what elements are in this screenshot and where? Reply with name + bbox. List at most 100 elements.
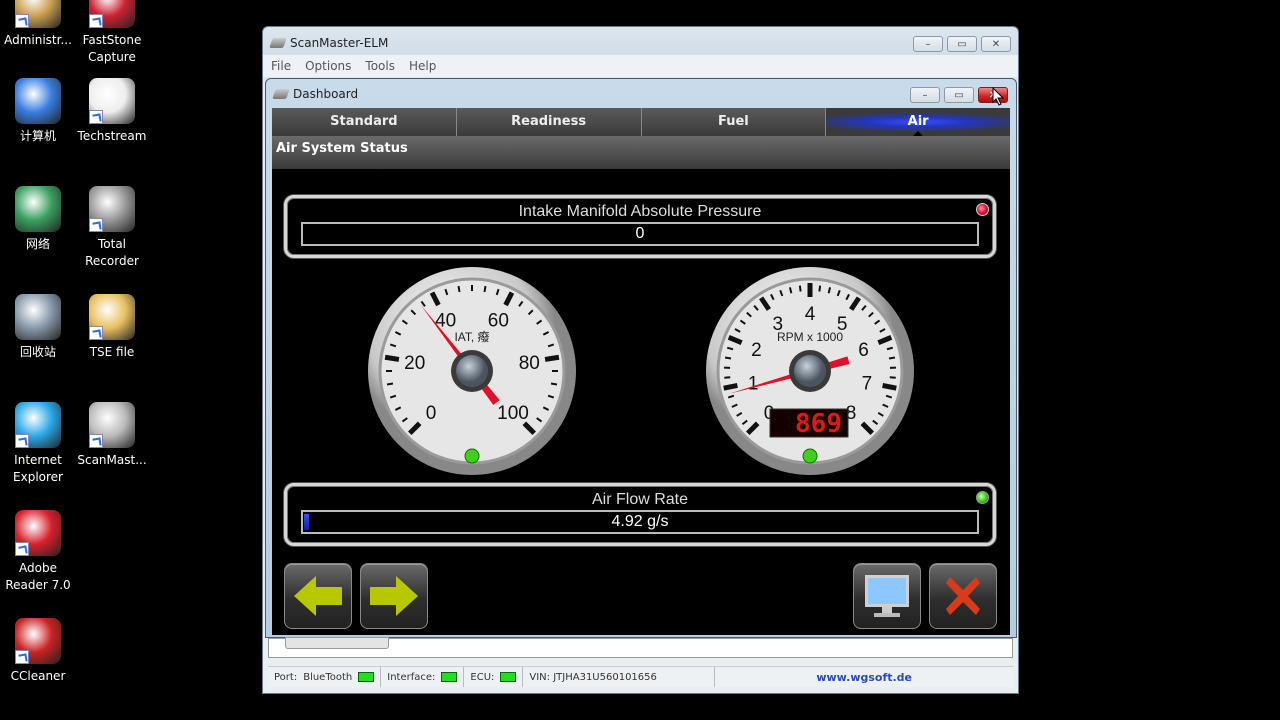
airflow-bar: 4.92 g/s [301, 510, 979, 534]
desktop-icon[interactable]: ScanMast... [74, 402, 150, 469]
desktop-icon-label: ScanMast... [77, 453, 147, 467]
close-icon: ✕ [991, 38, 1001, 50]
airflow-panel: Air Flow Rate 4.92 g/s [284, 483, 996, 546]
desktop-icon-label: Total Recorder [85, 237, 139, 268]
desktop-icon[interactable]: Total Recorder [74, 186, 150, 270]
close-button[interactable]: ✕ [981, 36, 1011, 52]
gauge-hub [456, 355, 488, 387]
desktop-icon[interactable]: 网络 [0, 186, 76, 253]
menu-tools[interactable]: Tools [365, 59, 395, 73]
tab-fuel[interactable]: Fuel [642, 108, 827, 136]
shortcut-arrow-icon [15, 14, 29, 28]
gauge-tick-label: 2 [751, 340, 762, 361]
port-label: Port: [274, 671, 298, 683]
tab-standard[interactable]: Standard [272, 108, 457, 136]
maximize-button[interactable]: ▭ [947, 36, 977, 52]
gauge-tick-label: 20 [404, 353, 425, 374]
window-title: ScanMaster-ELM [290, 36, 389, 50]
forward-button[interactable] [360, 563, 428, 629]
port-status: Port: BlueTooth [268, 667, 382, 687]
port-led [358, 672, 375, 682]
airflow-value: 4.92 g/s [611, 513, 669, 530]
desktop-icon[interactable]: TSE file [74, 294, 150, 361]
network-icon [15, 186, 61, 232]
shortcut-arrow-icon [15, 650, 29, 664]
dashboard-window: Dashboard – ▭ ✕ Standard Readiness Fuel … [265, 78, 1017, 638]
speaker-icon [89, 186, 135, 232]
hidden-button[interactable] [285, 637, 389, 649]
computer-icon [15, 78, 61, 124]
menu-file[interactable]: File [271, 59, 291, 73]
gauge-minor-tick [818, 285, 822, 292]
gauge-minor-tick [827, 287, 832, 294]
desktop-icon[interactable]: CCleaner [0, 618, 76, 685]
maximize-icon: ▭ [957, 38, 967, 50]
gauge-minor-tick [550, 382, 558, 386]
gauge-minor-tick [483, 285, 487, 293]
vin-value: VIN: JTJHA31U560101656 [529, 671, 657, 683]
gauge-tick-label: 4 [805, 304, 816, 325]
techstream-icon [89, 78, 135, 124]
port-value: BlueTooth [303, 671, 353, 683]
tab-air[interactable]: Air [826, 108, 1010, 136]
desktop-icon-label: Adobe Reader 7.0 [5, 561, 71, 592]
gauge-major-tick [544, 354, 560, 362]
menu-help[interactable]: Help [409, 59, 436, 73]
iat-gauge: 02040 6080100IAT, 癈 [368, 267, 576, 475]
desktop-icon[interactable]: Administr... [0, 0, 76, 49]
ie-icon [15, 402, 61, 448]
left-arrow-icon [294, 576, 342, 616]
dashboard-minimize-button[interactable]: – [910, 87, 940, 103]
shortcut-arrow-icon [89, 434, 103, 448]
red-x-icon [946, 577, 980, 615]
gauge-status-led [802, 448, 818, 464]
lower-panel [268, 637, 1013, 658]
map-status-led [976, 203, 989, 216]
tab-readiness[interactable]: Readiness [457, 108, 642, 136]
shortcut-arrow-icon [89, 110, 103, 124]
gauge-status-led [464, 448, 480, 464]
monitor-button[interactable] [853, 563, 921, 629]
shortcut-arrow-icon [15, 542, 29, 556]
desktop-icon-label: 回收站 [19, 345, 56, 359]
desktop-icon[interactable]: Techstream [74, 78, 150, 145]
back-button[interactable] [284, 563, 352, 629]
ecu-status: ECU: [464, 667, 524, 687]
monitor-icon [865, 575, 909, 617]
digital-readout: 869 [795, 409, 842, 439]
gauge-major-tick [882, 382, 897, 391]
gauge-tick-label: 6 [858, 340, 869, 361]
website-link[interactable]: www.wgsoft.de [715, 671, 1013, 684]
map-value-bar: 0 [301, 222, 979, 246]
section-title: Air System Status [272, 136, 1010, 169]
tab-bar: Standard Readiness Fuel Air [272, 108, 1010, 136]
rpm-gauge: 0123 4 5678RPM x 1000869 [706, 267, 914, 475]
desktop-icon[interactable]: 回收站 [0, 294, 76, 361]
vin-status: VIN: JTJHA31U560101656 [523, 667, 716, 687]
dashboard-chip-icon [272, 89, 290, 99]
minimize-button[interactable]: – [913, 36, 943, 52]
dashboard-title-bar: Dashboard [272, 87, 358, 101]
user-folder-icon [15, 0, 61, 28]
desktop-icon[interactable]: Adobe Reader 7.0 [0, 510, 76, 594]
gauge-minor-tick [788, 287, 793, 294]
menu-options[interactable]: Options [305, 59, 351, 73]
gauge-minor-tick [386, 382, 394, 386]
desktop-icon[interactable]: Internet Explorer [0, 402, 76, 486]
gauge-minor-tick [798, 285, 802, 292]
exit-button[interactable] [929, 563, 997, 629]
gauge-label: RPM x 1000 [777, 330, 843, 344]
desktop-icon-label: Internet Explorer [13, 453, 63, 484]
menu-bar: File Options Tools Help [263, 55, 1018, 77]
desktop-icon-label: 网络 [25, 237, 50, 251]
dashboard-maximize-button[interactable]: ▭ [944, 87, 974, 103]
ecu-label: ECU: [470, 671, 495, 683]
desktop-icon[interactable]: 计算机 [0, 78, 76, 145]
desktop-icon[interactable]: FastStone Capture [74, 0, 150, 66]
maximize-icon: ▭ [954, 89, 964, 101]
airflow-status-led [976, 491, 989, 504]
map-value: 0 [635, 225, 645, 242]
dashboard-content: Standard Readiness Fuel Air Air System S… [272, 108, 1010, 635]
interface-led [441, 672, 458, 682]
map-title: Intake Manifold Absolute Pressure [518, 203, 762, 220]
